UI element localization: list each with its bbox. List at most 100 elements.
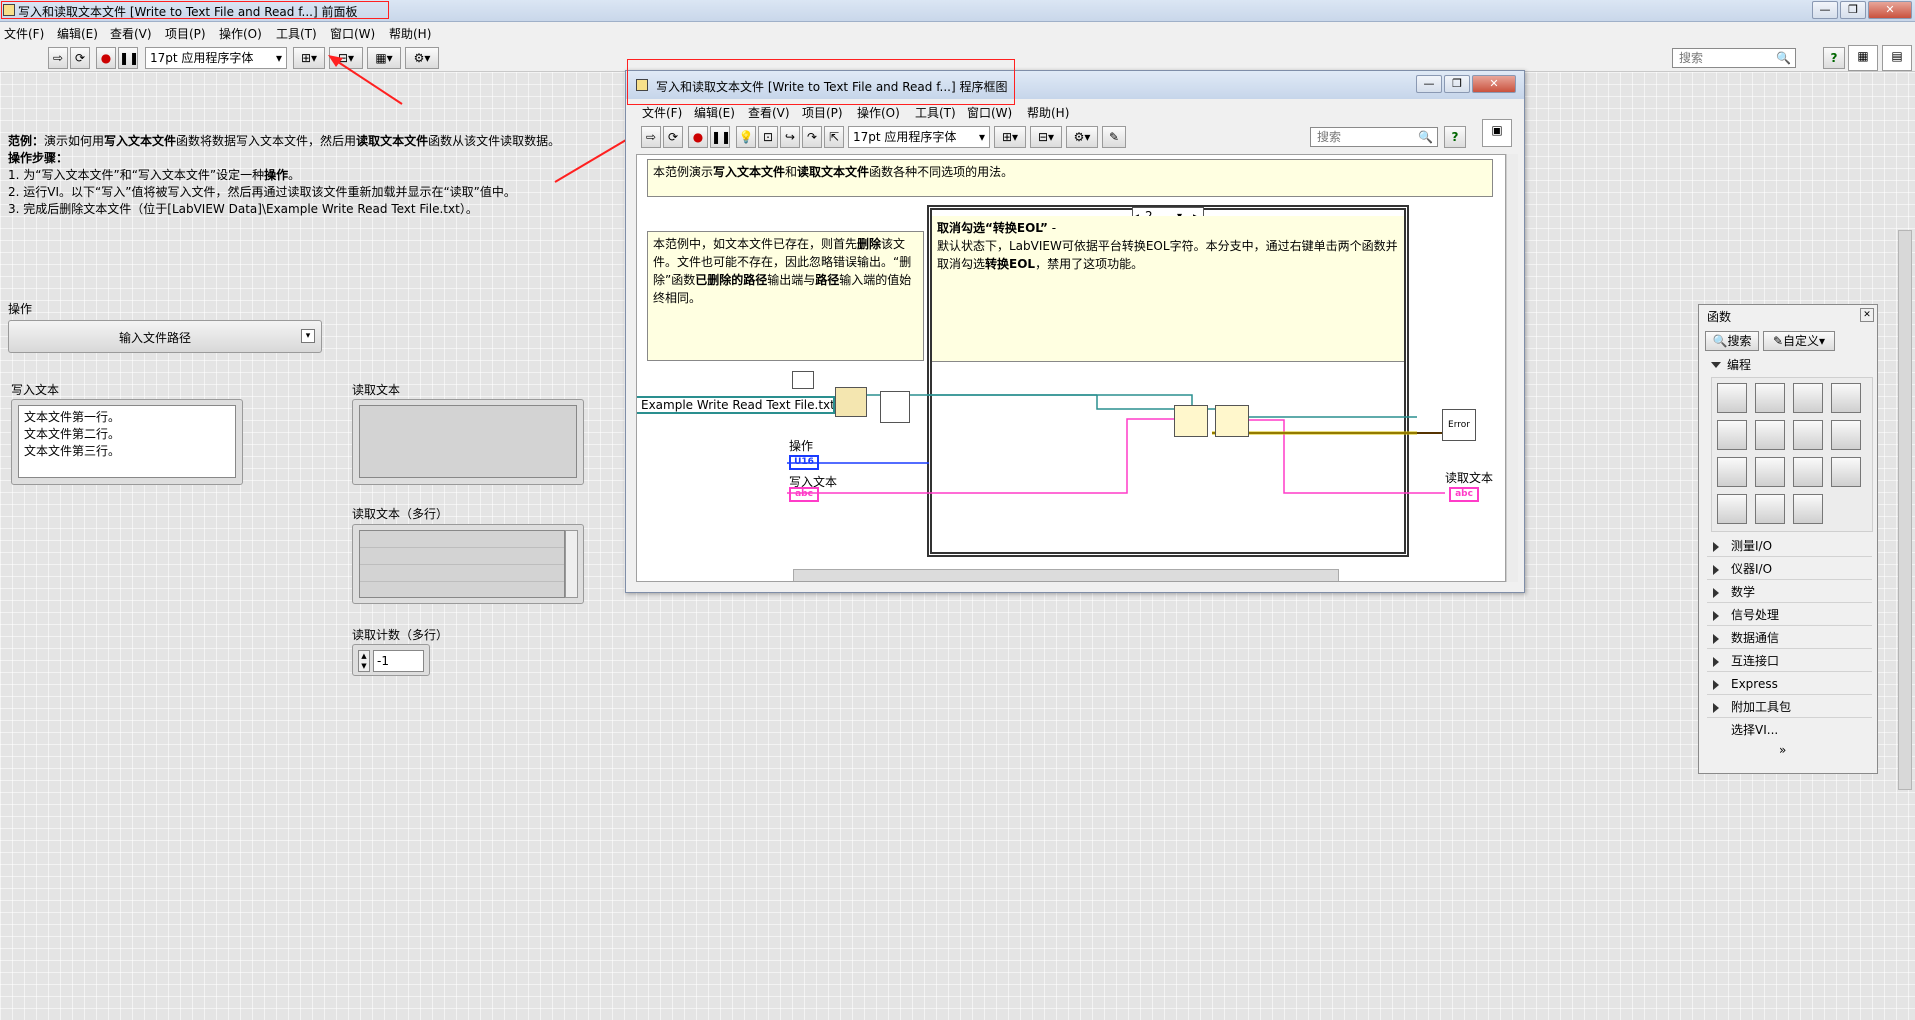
chevron-down-icon: ▾	[978, 130, 985, 144]
functions-palette: 函数 ✕ 🔍搜索 ✎自定义▾ 编程 测量I/O 仪器I/O 数学 信号处理 数据…	[1698, 304, 1878, 774]
string-wire	[1249, 419, 1445, 494]
clean-up-diagram-icon[interactable]: ✎	[1102, 126, 1126, 148]
string-wire	[787, 418, 1174, 494]
palette-row[interactable]: 附加工具包	[1707, 696, 1872, 718]
delete-file-icon[interactable]	[880, 391, 910, 423]
horizontal-scrollbar[interactable]	[793, 569, 1339, 581]
vertical-scrollbar[interactable]	[1506, 154, 1518, 582]
arrow-line	[331, 57, 403, 105]
abort-icon[interactable]: ●	[688, 126, 708, 148]
write-terminal[interactable]: abc	[789, 487, 819, 502]
palette-category-programming[interactable]: 编程	[1705, 355, 1873, 375]
palette-row[interactable]: 数据通信	[1707, 627, 1872, 649]
read-text-file-icon[interactable]	[1215, 405, 1249, 437]
search-input[interactable]: 搜索 🔍	[1310, 127, 1438, 147]
step-into-icon[interactable]: ↪	[780, 126, 800, 148]
retain-wire-values-icon[interactable]: ⊡	[758, 126, 778, 148]
align-objects-icon[interactable]: ⊞▾	[994, 126, 1026, 148]
palette-row[interactable]: 互连接口	[1707, 650, 1872, 672]
menu-view[interactable]: 查看(V)	[748, 104, 790, 121]
arrow-head	[328, 55, 343, 67]
synchronization-icon[interactable]	[1717, 494, 1747, 524]
graphics-sound-icon[interactable]	[1755, 494, 1785, 524]
write-text-file-icon[interactable]	[1174, 405, 1208, 437]
vi-icon-pane: ▣	[1482, 119, 1512, 147]
menu-help[interactable]: 帮助(H)	[1027, 104, 1069, 121]
programming-icon-grid	[1711, 377, 1873, 532]
string-icon[interactable]	[1755, 420, 1785, 450]
structures-icon[interactable]	[1717, 383, 1747, 413]
close-icon[interactable]: ✕	[1860, 308, 1874, 322]
reorder-icon[interactable]: ⚙▾	[1066, 126, 1098, 148]
block-diagram-menubar: 文件(F) 编辑(E) 查看(V) 项目(P) 操作(O) 工具(T) 窗口(W…	[626, 101, 1524, 121]
read-terminal-label: 读取文本	[1445, 471, 1494, 485]
waveform-icon[interactable]	[1793, 457, 1823, 487]
array-icon[interactable]	[1755, 383, 1785, 413]
run-arrow-icon[interactable]: ⇨	[641, 126, 661, 148]
search-icon: 🔍	[1712, 334, 1728, 348]
palette-row[interactable]: 数学	[1707, 581, 1872, 603]
expand-triangle-icon	[1713, 703, 1719, 713]
front-panel-scrollbar[interactable]	[1898, 230, 1912, 790]
timing-icon[interactable]	[1831, 420, 1861, 450]
path-wire	[927, 394, 1193, 427]
red-highlight-box	[627, 59, 1015, 105]
menu-operate[interactable]: 操作(O)	[857, 104, 900, 121]
boolean-icon[interactable]	[1717, 420, 1747, 450]
cluster-icon[interactable]	[1793, 383, 1823, 413]
palette-title: 函数	[1707, 310, 1732, 324]
distribute-objects-icon[interactable]: ⊟▾	[1030, 126, 1062, 148]
expand-triangle-icon	[1713, 634, 1719, 644]
block-diagram-toolbar: ⇨ ⟳ ● ❚❚ 💡 ⊡ ↪ ↷ ⇱ 17pt 应用程序字体 ▾ ⊞▾ ⊟▾ ⚙▾…	[626, 119, 1524, 151]
palette-row[interactable]: 测量I/O	[1707, 535, 1872, 557]
palette-row[interactable]: Express	[1707, 673, 1872, 695]
expand-triangle-icon	[1713, 542, 1719, 552]
step-over-icon[interactable]: ↷	[802, 126, 822, 148]
menu-file[interactable]: 文件(F)	[642, 104, 682, 121]
expand-triangle-icon	[1713, 611, 1719, 621]
op-terminal-label: 操作	[789, 439, 814, 453]
wires	[637, 394, 1445, 494]
palette-row[interactable]: 信号处理	[1707, 604, 1872, 626]
report-generation-icon[interactable]	[1793, 494, 1823, 524]
close-button[interactable]: ✕	[1472, 75, 1516, 93]
block-diagram-canvas[interactable]: 本范例演示写入文本文件和读取文本文件函数各种不同选项的用法。 本范例中，如文本文…	[636, 154, 1506, 582]
help-icon[interactable]: ?	[1444, 126, 1466, 148]
path-wire	[867, 394, 1417, 418]
simple-error-handler-icon[interactable]: Error	[1442, 409, 1476, 441]
numeric-icon[interactable]	[1831, 383, 1861, 413]
expand-palette-icon[interactable]: »	[1779, 743, 1786, 757]
read-terminal[interactable]: abc	[1449, 487, 1479, 502]
application-control-icon[interactable]	[1831, 457, 1861, 487]
expand-triangle-icon	[1713, 565, 1719, 575]
menu-edit[interactable]: 编辑(E)	[694, 104, 735, 121]
search-icon: 🔍	[1418, 130, 1433, 144]
run-continuous-icon[interactable]: ⟳	[663, 126, 683, 148]
build-path-icon[interactable]	[835, 387, 867, 417]
expand-triangle-icon	[1713, 588, 1719, 598]
comparison-icon[interactable]	[1793, 420, 1823, 450]
palette-select-vi[interactable]: 选择VI...	[1707, 719, 1872, 741]
menu-tools[interactable]: 工具(T)	[915, 104, 956, 121]
minimize-button[interactable]: —	[1416, 75, 1442, 93]
menu-window[interactable]: 窗口(W)	[967, 104, 1012, 121]
menu-project[interactable]: 项目(P)	[802, 104, 843, 121]
op-terminal[interactable]: U16	[789, 455, 819, 470]
dialog-ui-icon[interactable]	[1717, 457, 1747, 487]
path-constant[interactable]: Example Write Read Text File.txt	[637, 396, 835, 414]
expand-triangle-icon	[1711, 362, 1721, 368]
palette-row[interactable]: 仪器I/O	[1707, 558, 1872, 580]
palette-search-button[interactable]: 🔍搜索	[1705, 331, 1759, 351]
file-path-icon[interactable]	[792, 371, 814, 389]
restore-button[interactable]: ❐	[1444, 75, 1470, 93]
palette-customize-button[interactable]: ✎自定义▾	[1763, 331, 1835, 351]
pin-icon: ✎	[1772, 334, 1784, 348]
file-io-icon[interactable]	[1755, 457, 1785, 487]
font-select[interactable]: 17pt 应用程序字体 ▾	[848, 126, 990, 148]
step-out-icon[interactable]: ⇱	[824, 126, 844, 148]
block-diagram-window: 写入和读取文本文件 [Write to Text File and Read f…	[625, 59, 1525, 593]
pause-icon[interactable]: ❚❚	[710, 126, 731, 148]
expand-triangle-icon	[1713, 657, 1719, 667]
highlight-execution-icon[interactable]: 💡	[736, 126, 756, 148]
expand-triangle-icon	[1713, 680, 1719, 690]
